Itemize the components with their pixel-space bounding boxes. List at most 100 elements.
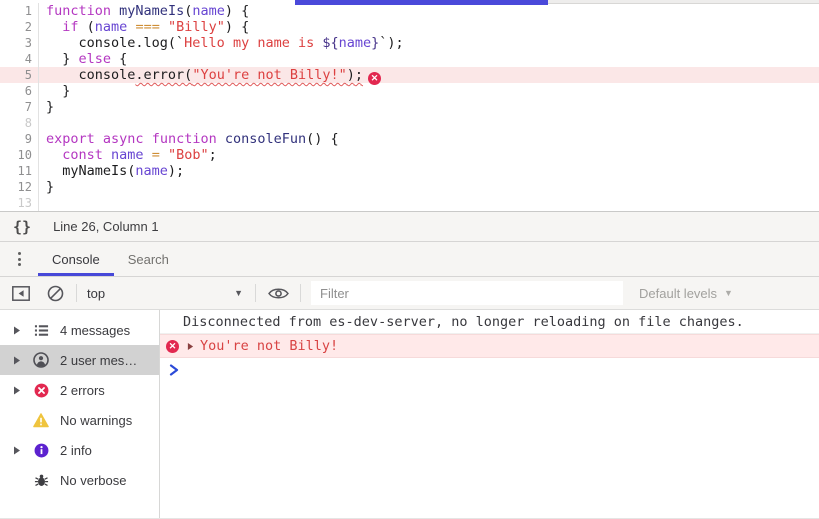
sidebar-toggle-button[interactable]	[6, 280, 36, 306]
pretty-print-icon[interactable]: {}	[13, 218, 31, 236]
expand-triangle-icon[interactable]	[13, 326, 33, 335]
console-body: 4 messages 2 user mes… 2 errors No warnings…	[0, 310, 819, 519]
prompt-chevron-icon	[169, 364, 179, 376]
console-sidebar: 4 messages 2 user mes… 2 errors No warnings…	[0, 310, 160, 519]
info-icon	[33, 442, 49, 458]
code-line[interactable]: 13	[0, 195, 819, 211]
code-text: }	[39, 99, 819, 115]
verbose-icon	[33, 472, 49, 488]
devtools-window: 1function myNameIs(name) {2 if (name ===…	[0, 0, 819, 519]
chevron-down-icon: ▼	[234, 288, 243, 298]
console-log-message[interactable]: Disconnected from es-dev-server, no long…	[160, 310, 819, 334]
console-messages[interactable]: Disconnected from es-dev-server, no long…	[160, 310, 819, 519]
line-number: 9	[0, 131, 39, 147]
console-input-row[interactable]	[160, 358, 819, 382]
code-text: }	[39, 179, 819, 195]
code-line[interactable]: 2 if (name === "Billy") {	[0, 19, 819, 35]
sidebar-filter-verbose[interactable]: No verbose	[0, 465, 159, 495]
line-number: 3	[0, 35, 39, 51]
line-number: 8	[0, 115, 39, 131]
tab-search[interactable]: Search	[114, 242, 183, 276]
code-line[interactable]: 5 console.error("You're not Billy!");✕	[0, 67, 819, 83]
sidebar-filter-user[interactable]: 2 user mes…	[0, 345, 159, 375]
code-text: } else {	[39, 51, 819, 67]
line-number: 10	[0, 147, 39, 163]
code-line[interactable]: 1function myNameIs(name) {	[0, 3, 819, 19]
expand-triangle-icon[interactable]	[13, 356, 33, 365]
line-number: 5	[0, 67, 39, 83]
messages-icon	[33, 322, 49, 338]
code-line[interactable]: 12}	[0, 179, 819, 195]
code-text	[39, 195, 819, 211]
kebab-menu-icon[interactable]	[0, 242, 38, 276]
top-accent-bar	[295, 0, 548, 5]
code-text: console.log(`Hello my name is ${name}`);	[39, 35, 819, 51]
warning-icon	[33, 412, 49, 428]
sidebar-filter-label: 2 info	[60, 443, 92, 458]
line-number: 1	[0, 3, 39, 19]
console-tabs: ConsoleSearch	[38, 242, 183, 276]
toolbar-divider	[255, 284, 256, 302]
code-text: export async function consoleFun() {	[39, 131, 819, 147]
code-text: if (name === "Billy") {	[39, 19, 819, 35]
code-text: const name = "Bob";	[39, 147, 819, 163]
line-number: 11	[0, 163, 39, 179]
context-selector-label: top	[87, 286, 105, 301]
sidebar-filter-label: 2 user mes…	[60, 353, 137, 368]
code-line[interactable]: 10 const name = "Bob";	[0, 147, 819, 163]
sidebar-filter-info[interactable]: 2 info	[0, 435, 159, 465]
line-number: 12	[0, 179, 39, 195]
code-lines: 1function myNameIs(name) {2 if (name ===…	[0, 3, 819, 211]
sidebar-filter-label: No warnings	[60, 413, 132, 428]
sidebar-filter-label: 4 messages	[60, 323, 130, 338]
top-track-bar	[548, 0, 819, 4]
code-line[interactable]: 4 } else {	[0, 51, 819, 67]
tab-console[interactable]: Console	[38, 242, 114, 276]
code-text: myNameIs(name);	[39, 163, 819, 179]
filter-input[interactable]	[311, 281, 623, 305]
context-selector[interactable]: top ▼	[83, 286, 249, 301]
code-text: console.error("You're not Billy!");✕	[39, 67, 819, 83]
line-number: 13	[0, 195, 39, 211]
console-error-message[interactable]: ✕You're not Billy!	[160, 334, 819, 358]
log-levels-label: Default levels	[639, 286, 717, 301]
code-text: function myNameIs(name) {	[39, 3, 819, 19]
block-icon	[47, 285, 64, 302]
error-icon	[33, 382, 49, 398]
sidebar-filter-label: No verbose	[60, 473, 126, 488]
code-text: }	[39, 83, 819, 99]
toolbar-divider	[300, 284, 301, 302]
log-levels-dropdown[interactable]: Default levels ▼	[639, 286, 733, 301]
sidebar-filter-error[interactable]: 2 errors	[0, 375, 159, 405]
expand-triangle-icon[interactable]	[187, 342, 194, 351]
expand-triangle-icon[interactable]	[13, 386, 33, 395]
code-line[interactable]: 7}	[0, 99, 819, 115]
sidebar-filter-label: 2 errors	[60, 383, 105, 398]
live-expression-button[interactable]	[262, 280, 294, 306]
cursor-position: Line 26, Column 1	[53, 219, 159, 234]
error-message-text: You're not Billy!	[200, 338, 338, 354]
clear-console-button[interactable]	[40, 280, 70, 306]
toolbar-divider	[76, 284, 77, 302]
code-line[interactable]: 6 }	[0, 83, 819, 99]
sidebar-filter-warning[interactable]: No warnings	[0, 405, 159, 435]
line-number: 7	[0, 99, 39, 115]
code-line[interactable]: 9export async function consoleFun() {	[0, 131, 819, 147]
code-text	[39, 115, 819, 131]
sidebar-toggle-icon	[12, 286, 30, 301]
sidebar-filter-messages[interactable]: 4 messages	[0, 315, 159, 345]
line-number: 4	[0, 51, 39, 67]
editor-statusbar: {} Line 26, Column 1	[0, 211, 819, 242]
code-line[interactable]: 8	[0, 115, 819, 131]
code-editor[interactable]: 1function myNameIs(name) {2 if (name ===…	[0, 0, 819, 211]
eye-icon	[268, 287, 289, 300]
line-number: 2	[0, 19, 39, 35]
expand-triangle-icon[interactable]	[13, 446, 33, 455]
chevron-down-icon: ▼	[724, 288, 733, 298]
console-tabbar: ConsoleSearch	[0, 242, 819, 277]
console-toolbar: top ▼ Default levels ▼	[0, 277, 819, 310]
code-line[interactable]: 11 myNameIs(name);	[0, 163, 819, 179]
user-icon	[33, 352, 49, 368]
line-number: 6	[0, 83, 39, 99]
code-line[interactable]: 3 console.log(`Hello my name is ${name}`…	[0, 35, 819, 51]
